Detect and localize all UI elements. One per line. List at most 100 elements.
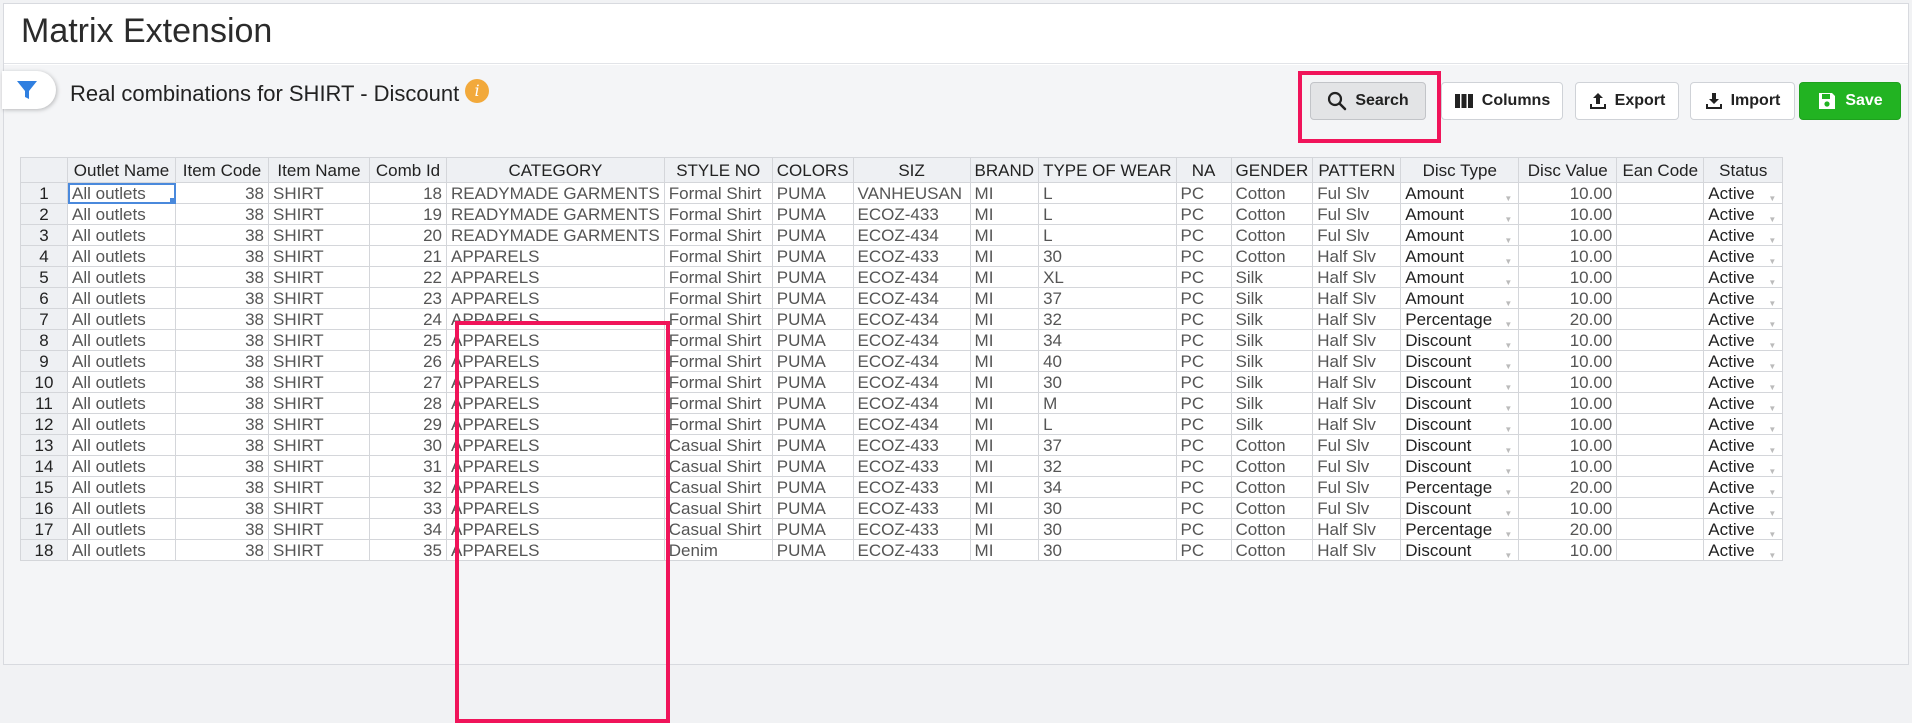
dropdown-arrow-icon[interactable]: ▼ [1504,336,1512,350]
grid-cell[interactable]: ECOZ-433 [852,455,971,477]
grid-cell[interactable]: APPARELS [446,455,665,477]
grid-cell[interactable]: READYMADE GARMENTS [446,182,665,204]
grid-cell[interactable]: All outlets [67,329,176,351]
grid-cell[interactable]: All outlets [67,287,176,309]
grid-cell[interactable] [1616,350,1705,372]
grid-cell[interactable]: 19 [369,203,447,225]
grid-cell[interactable]: PUMA [771,455,854,477]
grid-cell[interactable]: 20 [369,224,447,246]
grid-cell[interactable]: Half Slv [1312,245,1402,267]
grid-cell[interactable]: MI [969,266,1040,288]
grid-cell[interactable]: Ful Slv [1312,434,1402,456]
grid-cell[interactable]: SHIRT [268,245,370,267]
grid-cell[interactable]: PUMA [771,266,854,288]
dropdown-arrow-icon[interactable]: ▼ [1768,210,1776,224]
grid-cell[interactable] [1616,497,1705,519]
grid-cell[interactable]: SHIRT [268,434,370,456]
dropdown-arrow-icon[interactable]: ▼ [1504,378,1512,392]
dropdown-arrow-icon[interactable]: ▼ [1768,357,1776,371]
grid-cell[interactable]: 10.00 [1518,497,1618,519]
dropdown-arrow-icon[interactable]: ▼ [1504,546,1512,560]
grid-cell[interactable]: MI [969,539,1040,561]
grid-cell[interactable]: 10.00 [1518,287,1618,309]
dropdown-cell[interactable]: Amount ▼ [1400,203,1520,225]
grid-cell[interactable]: 10.00 [1518,203,1618,225]
grid-cell[interactable]: 33 [369,497,447,519]
dropdown-arrow-icon[interactable]: ▼ [1504,210,1512,224]
grid-cell[interactable]: READYMADE GARMENTS [446,224,665,246]
grid-cell[interactable]: PC [1175,455,1232,477]
dropdown-arrow-icon[interactable]: ▼ [1768,336,1776,350]
dropdown-cell[interactable]: Discount ▼ [1400,350,1520,372]
grid-cell[interactable]: All outlets [67,371,176,393]
grid-cell[interactable]: Half Slv [1312,539,1402,561]
grid-cell[interactable]: 10.00 [1518,350,1618,372]
grid-cell[interactable]: Formal Shirt [663,392,773,414]
import-button[interactable]: Import [1690,82,1795,120]
grid-cell[interactable]: PC [1175,539,1232,561]
grid-cell[interactable]: 23 [369,287,447,309]
grid-cell[interactable]: Cotton [1230,203,1314,225]
column-header[interactable]: SIZ [852,157,971,183]
grid-cell[interactable]: PC [1175,287,1232,309]
grid-cell[interactable]: PUMA [771,245,854,267]
grid-cell[interactable]: PUMA [771,182,854,204]
grid-cell[interactable]: Formal Shirt [663,329,773,351]
grid-cell[interactable]: All outlets [67,266,176,288]
grid-cell[interactable]: 29 [369,413,447,435]
dropdown-arrow-icon[interactable]: ▼ [1504,399,1512,413]
grid-cell[interactable]: APPARELS [446,392,665,414]
grid-cell[interactable]: 32 [369,476,447,498]
grid-cell[interactable]: PUMA [771,518,854,540]
grid-cell[interactable]: 20.00 [1518,518,1618,540]
dropdown-cell[interactable]: Percentage ▼ [1400,308,1520,330]
grid-cell[interactable]: SHIRT [268,350,370,372]
dropdown-cell[interactable]: Active ▼ [1703,392,1784,414]
column-header[interactable]: Status [1703,157,1784,183]
grid-cell[interactable]: PUMA [771,308,854,330]
dropdown-arrow-icon[interactable]: ▼ [1504,420,1512,434]
grid-cell[interactable] [1616,308,1705,330]
grid-cell[interactable] [1616,371,1705,393]
dropdown-arrow-icon[interactable]: ▼ [1768,462,1776,476]
grid-cell[interactable]: SHIRT [268,518,370,540]
grid-cell[interactable]: PC [1175,392,1232,414]
grid-cell[interactable]: Half Slv [1312,308,1402,330]
grid-cell[interactable]: L [1038,203,1177,225]
dropdown-arrow-icon[interactable]: ▼ [1504,231,1512,245]
column-header[interactable]: CATEGORY [446,157,665,183]
grid-cell[interactable]: Formal Shirt [663,182,773,204]
dropdown-cell[interactable]: Active ▼ [1703,203,1784,225]
grid-cell[interactable]: 18 [369,182,447,204]
grid-cell[interactable]: 34 [369,518,447,540]
grid-cell[interactable]: 38 [175,203,269,225]
grid-cell[interactable]: Cotton [1230,497,1314,519]
grid-cell[interactable]: 10.00 [1518,329,1618,351]
grid-cell[interactable]: L [1038,182,1177,204]
grid-cell[interactable]: Ful Slv [1312,182,1402,204]
dropdown-arrow-icon[interactable]: ▼ [1768,441,1776,455]
grid-cell[interactable]: MI [969,308,1040,330]
grid-cell[interactable]: All outlets [67,413,176,435]
grid-cell[interactable] [1616,203,1705,225]
grid-cell[interactable]: 38 [175,539,269,561]
grid-cell[interactable]: Silk [1230,413,1314,435]
dropdown-cell[interactable]: Active ▼ [1703,350,1784,372]
grid-cell[interactable]: 30 [1038,497,1177,519]
grid-cell[interactable]: ECOZ-434 [852,287,971,309]
grid-cell[interactable]: MI [969,329,1040,351]
grid-cell[interactable]: Cotton [1230,224,1314,246]
grid-cell[interactable]: ECOZ-433 [852,245,971,267]
column-header[interactable]: TYPE OF WEAR [1038,157,1177,183]
dropdown-arrow-icon[interactable]: ▼ [1504,462,1512,476]
grid-cell[interactable]: APPARELS [446,329,665,351]
dropdown-arrow-icon[interactable]: ▼ [1504,441,1512,455]
grid-cell[interactable]: SHIRT [268,182,370,204]
grid-cell[interactable]: 38 [175,476,269,498]
dropdown-arrow-icon[interactable]: ▼ [1768,420,1776,434]
grid-cell[interactable]: All outlets [67,392,176,414]
dropdown-arrow-icon[interactable]: ▼ [1504,525,1512,539]
dropdown-arrow-icon[interactable]: ▼ [1504,294,1512,308]
grid-cell[interactable] [1616,182,1705,204]
dropdown-cell[interactable]: Active ▼ [1703,371,1784,393]
